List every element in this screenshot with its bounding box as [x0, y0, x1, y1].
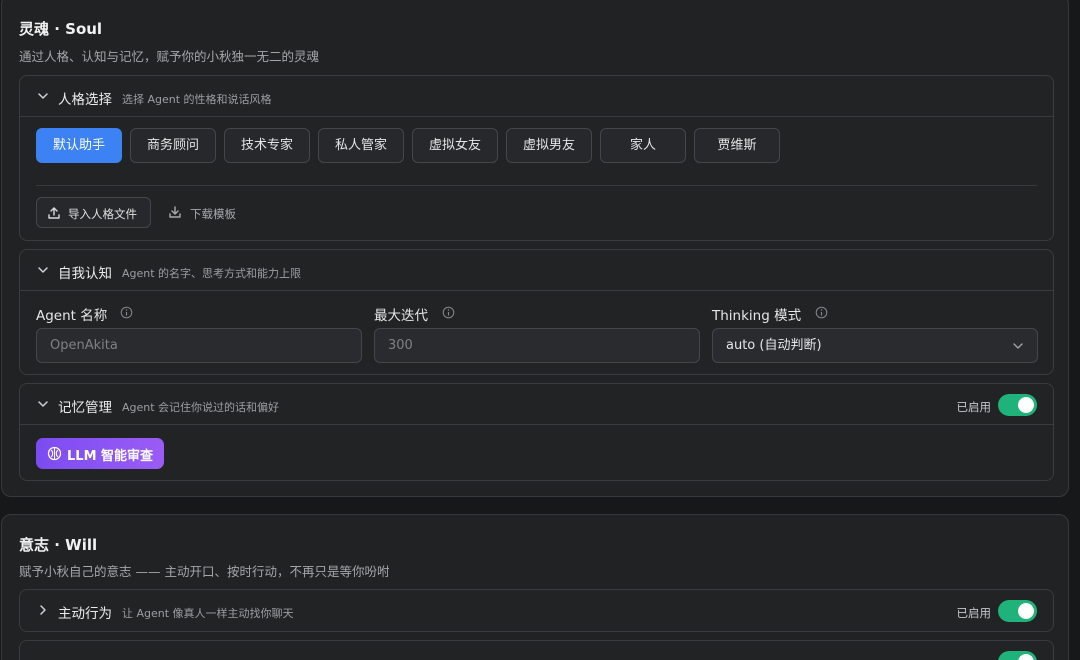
persona-option-tech[interactable]: 技术专家 — [224, 128, 310, 163]
memory-status-label: 已启用 — [956, 400, 992, 414]
toggle-knob — [1018, 397, 1034, 413]
persona-option-default[interactable]: 默认助手 — [36, 128, 122, 163]
chevron-right-icon — [40, 605, 46, 615]
persona-desc: 选择 Agent 的性格和说话风格 — [122, 93, 272, 106]
cognition-desc: Agent 的名字、思考方式和能力上限 — [122, 267, 302, 280]
persona-option-jarvis[interactable]: 贾维斯 — [694, 128, 780, 163]
info-icon[interactable] — [815, 306, 828, 319]
max-iter-label: 最大迭代 — [374, 308, 428, 324]
persona-option-boyfriend[interactable]: 虚拟男友 — [506, 128, 592, 163]
import-persona-label: 导入人格文件 — [68, 207, 137, 221]
info-icon[interactable] — [442, 306, 455, 319]
upload-icon — [48, 207, 60, 219]
persona-header[interactable]: 人格选择 选择 Agent 的性格和说话风格 — [20, 76, 1053, 117]
llm-review-button[interactable]: LLM 智能审查 — [36, 438, 164, 469]
will-subtitle: 赋予小秋自己的意志 —— 主动开口、按时行动，不再只是等你吩咐 — [19, 564, 390, 579]
proactive-status-label: 已启用 — [956, 606, 992, 620]
will-title: 意志 · Will — [19, 536, 98, 554]
thinking-mode-value: auto (自动判断) — [726, 338, 822, 353]
will-card: 意志 · Will 赋予小秋自己的意志 —— 主动开口、按时行动，不再只是等你吩… — [1, 514, 1069, 660]
soul-title: 灵魂 · Soul — [19, 20, 103, 38]
agent-name-input[interactable] — [36, 328, 362, 363]
toggle-knob — [1018, 654, 1034, 660]
agent-name-label: Agent 名称 — [36, 308, 108, 324]
persona-option-girlfriend[interactable]: 虚拟女友 — [412, 128, 498, 163]
chevron-down-icon — [38, 267, 48, 273]
persona-section: 人格选择 选择 Agent 的性格和说话风格 默认助手 商务顾问 技术专家 私人… — [19, 75, 1054, 241]
cognition-section: 自我认知 Agent 的名字、思考方式和能力上限 Agent 名称 最大迭代 T… — [19, 249, 1054, 375]
next-section-toggle[interactable] — [998, 651, 1037, 660]
proactive-section: 主动行为 让 Agent 像真人一样主动找你聊天 已启用 — [19, 589, 1054, 632]
chevron-down-icon — [38, 401, 48, 407]
memory-section: 记忆管理 Agent 会记住你说过的话和偏好 已启用 LLM 智能审查 — [19, 383, 1054, 481]
proactive-desc: 让 Agent 像真人一样主动找你聊天 — [122, 607, 294, 620]
thinking-mode-label: Thinking 模式 — [712, 308, 802, 324]
proactive-title: 主动行为 — [58, 606, 112, 622]
next-section — [19, 640, 1054, 660]
soul-card: 灵魂 · Soul 通过人格、认知与记忆，赋予你的小秋独一无二的灵魂 人格选择 … — [1, 0, 1069, 497]
cognition-title: 自我认知 — [58, 266, 112, 282]
max-iter-input[interactable] — [374, 328, 700, 363]
soul-subtitle: 通过人格、认知与记忆，赋予你的小秋独一无二的灵魂 — [19, 49, 320, 64]
chevron-down-icon — [38, 93, 48, 99]
chevron-down-icon — [1013, 343, 1023, 349]
toggle-knob — [1018, 603, 1034, 619]
memory-title: 记忆管理 — [58, 400, 112, 416]
persona-option-butler[interactable]: 私人管家 — [318, 128, 404, 163]
brain-icon — [47, 446, 62, 461]
proactive-header[interactable]: 主动行为 让 Agent 像真人一样主动找你聊天 已启用 — [20, 590, 1053, 631]
memory-header[interactable]: 记忆管理 Agent 会记住你说过的话和偏好 已启用 — [20, 384, 1053, 425]
persona-option-family[interactable]: 家人 — [600, 128, 686, 163]
info-icon[interactable] — [120, 306, 133, 319]
memory-toggle[interactable] — [998, 394, 1037, 416]
thinking-mode-select[interactable]: auto (自动判断) — [712, 328, 1038, 363]
proactive-toggle[interactable] — [998, 600, 1037, 622]
download-template-label: 下载模板 — [190, 207, 236, 221]
memory-desc: Agent 会记住你说过的话和偏好 — [122, 401, 280, 414]
persona-option-business[interactable]: 商务顾问 — [130, 128, 216, 163]
download-template-button[interactable]: 下载模板 — [168, 197, 258, 228]
llm-review-label: LLM 智能审查 — [67, 449, 154, 464]
download-icon — [169, 206, 181, 218]
persona-divider — [36, 185, 1037, 186]
cognition-header[interactable]: 自我认知 Agent 的名字、思考方式和能力上限 — [20, 250, 1053, 291]
persona-title: 人格选择 — [58, 92, 112, 108]
import-persona-button[interactable]: 导入人格文件 — [36, 197, 151, 228]
